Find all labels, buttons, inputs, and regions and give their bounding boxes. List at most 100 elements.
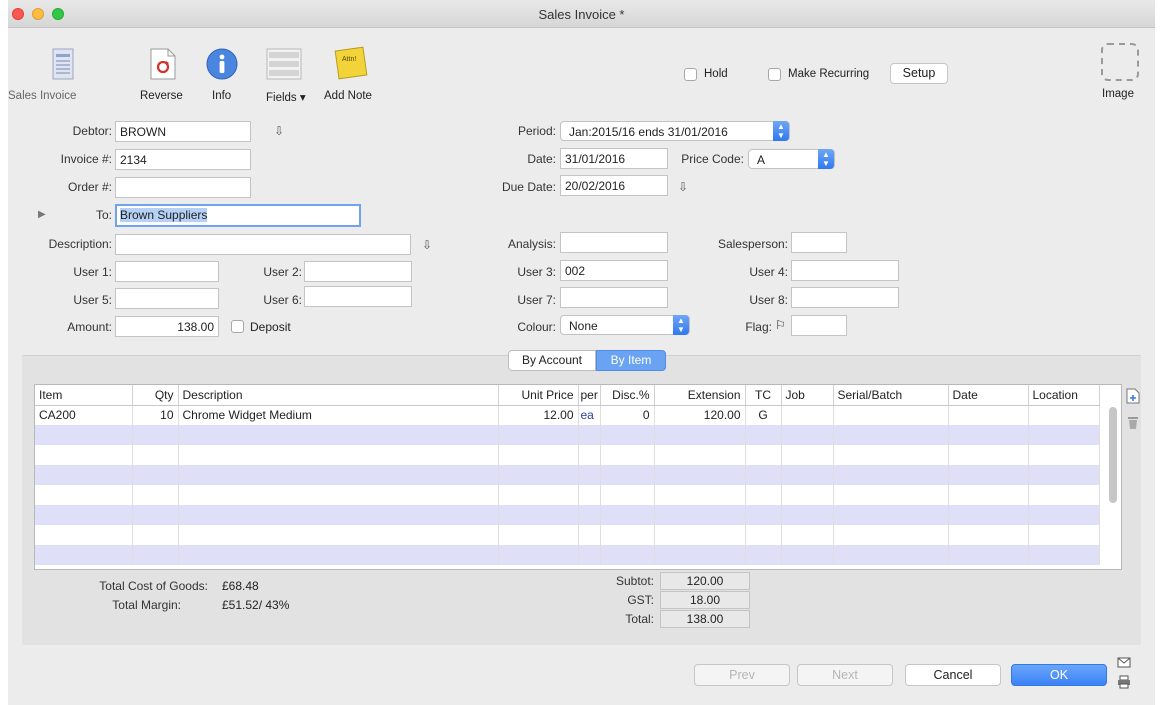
table-row[interactable]: [35, 545, 1100, 565]
invoice-number-field[interactable]: 2134: [115, 149, 251, 170]
column-header-job[interactable]: Job: [781, 385, 834, 406]
grid-scrollbar[interactable]: [1109, 407, 1117, 503]
column-header-description[interactable]: Description: [178, 385, 499, 406]
description-field[interactable]: [115, 234, 411, 255]
flag-field[interactable]: [791, 315, 847, 336]
sales-invoice-tool[interactable]: Sales Invoice: [8, 44, 118, 106]
ok-button[interactable]: OK: [1011, 664, 1107, 686]
column-header-qty[interactable]: Qty: [132, 385, 179, 406]
user5-field[interactable]: [115, 288, 219, 309]
cell-tc[interactable]: G: [745, 405, 782, 425]
column-header-per[interactable]: per: [578, 385, 601, 406]
amount-label: Amount:: [67, 320, 112, 334]
cell-discount[interactable]: 0: [600, 405, 655, 425]
prev-button[interactable]: Prev: [694, 664, 790, 686]
email-icon[interactable]: [1117, 657, 1131, 668]
info-label: Info: [212, 90, 232, 102]
user1-field[interactable]: [115, 261, 219, 282]
period-label: Period:: [517, 124, 556, 138]
cell-serial-batch[interactable]: [833, 405, 949, 425]
column-header-location[interactable]: Location: [1028, 385, 1100, 406]
reverse-button[interactable]: Reverse: [136, 44, 196, 106]
total-cost-label: Total Cost of Goods:: [99, 579, 208, 593]
next-button[interactable]: Next: [797, 664, 893, 686]
add-line-icon[interactable]: [1126, 388, 1140, 404]
due-date-lookup-icon[interactable]: ⇩: [678, 180, 688, 194]
column-header-extension[interactable]: Extension: [654, 385, 746, 406]
date-field[interactable]: 31/01/2016: [560, 148, 668, 169]
table-row[interactable]: [35, 525, 1100, 545]
price-code-value: A: [757, 153, 766, 167]
to-field[interactable]: Brown Suppliers: [115, 204, 361, 227]
colour-popup[interactable]: None ▲ ▼: [560, 315, 690, 335]
cell-unit-price[interactable]: 12.00: [498, 405, 579, 425]
period-popup-arrow-icon: ▲ ▼: [773, 121, 789, 141]
analysis-field[interactable]: [560, 232, 668, 253]
deposit-checkbox[interactable]: [231, 320, 244, 333]
cell-job[interactable]: [781, 405, 834, 425]
add-note-label: Add Note: [324, 90, 372, 102]
fields-menu-button[interactable]: Fields ▾: [264, 44, 324, 106]
description-lookup-icon[interactable]: ⇩: [422, 238, 432, 252]
debtor-field[interactable]: BROWN: [115, 121, 251, 142]
make-recurring-label: Make Recurring: [788, 68, 870, 80]
user7-field[interactable]: [560, 287, 668, 308]
cell-per[interactable]: ea: [578, 405, 601, 425]
total-margin-value: £51.52/ 43%: [222, 598, 290, 612]
invoice-number-label: Invoice #:: [60, 152, 112, 166]
salesperson-field[interactable]: [791, 232, 847, 253]
setup-button[interactable]: Setup: [890, 63, 948, 84]
print-icon[interactable]: [1117, 675, 1131, 689]
user3-field[interactable]: 002: [560, 260, 668, 281]
table-row[interactable]: [35, 425, 1100, 445]
table-row[interactable]: [35, 485, 1100, 505]
user4-field[interactable]: [791, 260, 899, 281]
column-header-date[interactable]: Date: [948, 385, 1029, 406]
column-header-item[interactable]: Item: [35, 385, 133, 406]
cancel-button[interactable]: Cancel: [905, 664, 1001, 686]
due-date-field[interactable]: 20/02/2016: [560, 175, 668, 196]
item-lines-grid[interactable]: Item Qty Description Unit Price per Disc…: [34, 384, 1122, 570]
cell-extension[interactable]: 120.00: [654, 405, 746, 425]
date-label: Date:: [527, 152, 556, 166]
user1-label: User 1:: [73, 265, 112, 279]
period-popup[interactable]: Jan:2015/16 ends 31/01/2016 ▲ ▼: [560, 121, 790, 141]
table-row[interactable]: [35, 465, 1100, 485]
add-note-button[interactable]: Attn! Add Note: [320, 44, 380, 106]
user4-label: User 4:: [749, 265, 788, 279]
tab-by-item[interactable]: By Item: [596, 350, 666, 371]
reverse-icon: [150, 48, 176, 80]
period-value: Jan:2015/16 ends 31/01/2016: [569, 125, 728, 139]
colour-popup-arrow-icon: ▲ ▼: [673, 315, 689, 335]
hold-checkbox[interactable]: [684, 68, 697, 81]
user8-field[interactable]: [791, 287, 899, 308]
price-code-popup-arrow-icon: ▲ ▼: [818, 149, 834, 169]
column-header-unit-price[interactable]: Unit Price: [498, 385, 579, 406]
table-row[interactable]: CA200 10 Chrome Widget Medium 12.00 ea 0…: [35, 405, 1100, 425]
debtor-lookup-icon[interactable]: ⇩: [274, 124, 284, 138]
user2-field[interactable]: [304, 261, 412, 282]
cell-date[interactable]: [948, 405, 1029, 425]
price-code-popup[interactable]: A ▲ ▼: [748, 149, 835, 169]
column-header-serial-batch[interactable]: Serial/Batch: [833, 385, 949, 406]
table-row[interactable]: [35, 445, 1100, 465]
make-recurring-checkbox[interactable]: [768, 68, 781, 81]
user6-field[interactable]: [304, 286, 412, 307]
image-well[interactable]: Image: [1098, 42, 1142, 104]
tab-by-account[interactable]: By Account: [508, 350, 596, 371]
order-number-field[interactable]: [115, 177, 251, 198]
to-label: To:: [95, 208, 112, 222]
amount-field[interactable]: 138.00: [115, 316, 219, 337]
note-text: Attn!: [342, 56, 357, 63]
column-header-tc[interactable]: TC: [745, 385, 782, 406]
column-header-discount[interactable]: Disc.%: [600, 385, 655, 406]
table-row[interactable]: [35, 505, 1100, 525]
cell-description[interactable]: Chrome Widget Medium: [178, 405, 499, 425]
total-value: 138.00: [660, 610, 750, 628]
cell-qty[interactable]: 10: [132, 405, 179, 425]
trash-icon[interactable]: [1127, 416, 1139, 430]
user3-label: User 3:: [517, 265, 556, 279]
cell-item[interactable]: CA200: [35, 405, 133, 425]
cell-location[interactable]: [1028, 405, 1100, 425]
info-button[interactable]: Info: [204, 44, 244, 106]
